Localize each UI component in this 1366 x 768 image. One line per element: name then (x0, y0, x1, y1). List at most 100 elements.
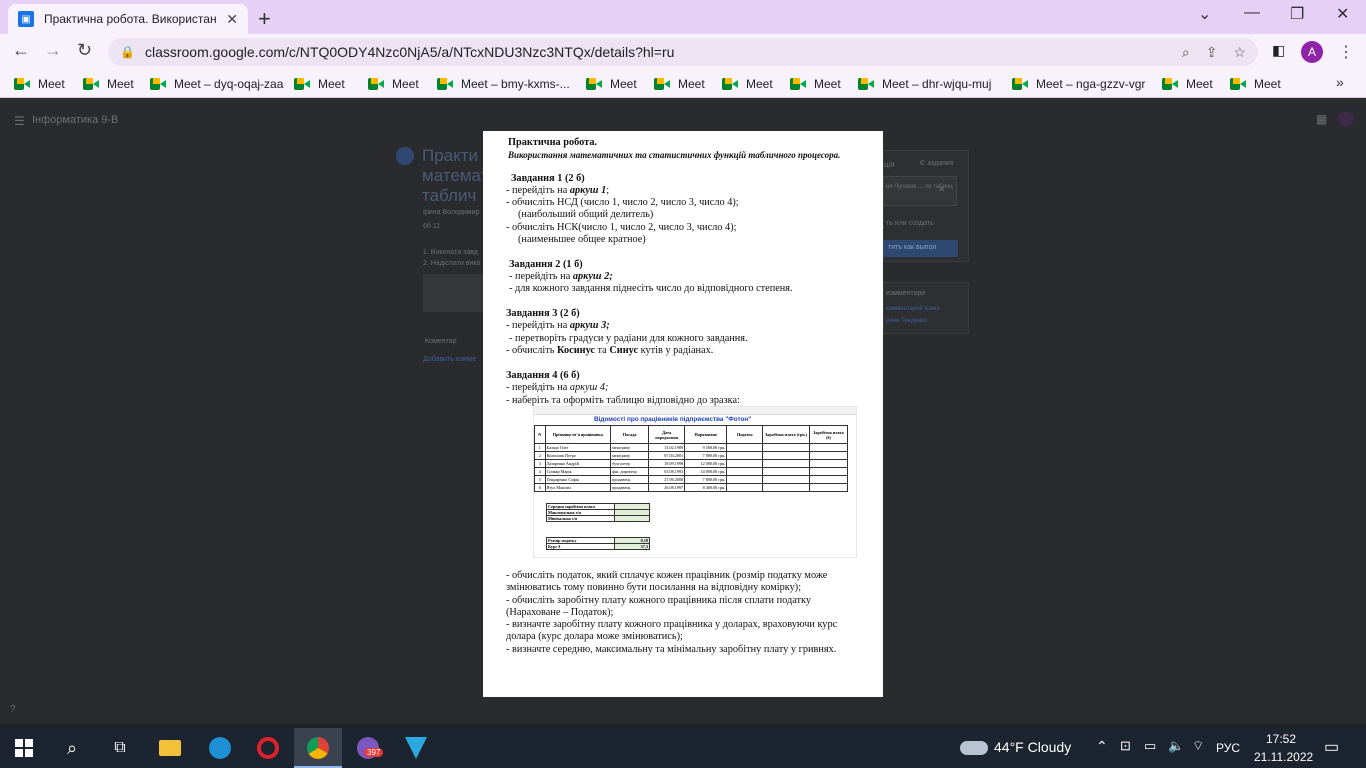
bookmark-label[interactable]: Meet (38, 77, 65, 91)
vscode-app-icon[interactable] (404, 736, 428, 760)
account-avatar[interactable] (1338, 111, 1354, 127)
bookmark-label[interactable]: Meet – nga-gzzv-vgr (1036, 77, 1145, 91)
table-row: 2 Колисник Петро менеджер 07.04.2001 7 800,0… (534, 451, 849, 460)
clock-time[interactable]: 17:52 (1266, 732, 1296, 746)
share-icon[interactable]: ⇪ (1206, 44, 1218, 61)
clock-date[interactable]: 21.11.2022 (1254, 750, 1313, 764)
sheet-cell: Баляда Олег (544, 443, 612, 452)
bookmark-item[interactable]: Meet (586, 77, 637, 91)
file-explorer-icon[interactable] (158, 736, 182, 760)
cloud-weather-icon[interactable] (960, 741, 988, 755)
network-icon[interactable]: ⌔ (1192, 738, 1204, 754)
bookmarks-overflow-icon[interactable]: » (1336, 74, 1344, 90)
bookmark-item[interactable]: Meet (14, 77, 65, 91)
sheet-cell (762, 475, 810, 484)
hamburger-menu-icon[interactable]: ☰ (14, 114, 25, 128)
bottom-line: (Нараховане – Податок); (506, 607, 614, 618)
sheet-cell (808, 467, 849, 476)
sheet-header-cell: Заробітна плата (грн.) (762, 425, 810, 444)
bookmark-label[interactable]: Meet – dhr-wjqu-muj (882, 77, 991, 91)
zoom-icon[interactable]: ⌕ (1182, 44, 1190, 61)
private-comment-link[interactable]: рина Тенденко (886, 318, 927, 324)
bookmark-item[interactable]: Meet (790, 77, 841, 91)
task2-heading: Завдання 2 (1 б) (509, 259, 583, 270)
bookmark-label[interactable]: Meet (392, 77, 419, 91)
battery-icon[interactable]: ▭ (1144, 738, 1156, 754)
remove-file-icon[interactable]: ✕ (938, 184, 946, 195)
notifications-icon[interactable]: ▭ (1324, 737, 1339, 757)
browser-tab-active[interactable]: ▣ Практична робота. Використан ✕ (8, 4, 248, 34)
bookmark-label[interactable]: Meet (746, 77, 773, 91)
bookmark-star-icon[interactable]: ☆ (1233, 44, 1246, 61)
task2-line1: - перейдіть на аркуш 2; (509, 271, 613, 282)
google-meet-icon (654, 78, 670, 90)
bookmark-item[interactable]: Meet (722, 77, 773, 91)
close-window-button[interactable]: ✕ (1336, 4, 1349, 24)
stats-row: Мінімальна з/п (546, 515, 650, 522)
task-view-icon[interactable]: ⧉ (108, 736, 132, 760)
bookmark-item[interactable]: Meet – dyq-oqaj-zaa (150, 77, 283, 91)
tab-search-icon[interactable]: ⌄ (1198, 4, 1211, 24)
bookmark-label[interactable]: Meet (1254, 77, 1281, 91)
sheet-header-cell: Нараховано (684, 425, 728, 444)
back-arrow-icon[interactable]: ← (12, 40, 30, 61)
browser-menu-icon[interactable]: ⋮ (1338, 42, 1354, 62)
bookmark-item[interactable]: Meet – bmy-kxms-... (437, 77, 570, 91)
rate-value: 37,3 (614, 543, 650, 550)
bookmark-item[interactable]: Meet – dhr-wjqu-muj (858, 77, 991, 91)
apps-grid-icon[interactable]: ▦ (1316, 112, 1327, 126)
bookmark-label[interactable]: Meet (610, 77, 637, 91)
minimize-button[interactable]: — (1244, 4, 1260, 22)
lock-icon[interactable]: 🔒 (120, 45, 135, 59)
search-icon[interactable]: ⌕ (60, 736, 84, 760)
windows-taskbar: ⌕ ⧉ 397 44°F Cloudy ⌃ ⊡ ▭ 🔈 ⌔ РУС 17:52 … (0, 728, 1366, 768)
attached-file-chip[interactable] (883, 176, 957, 206)
google-meet-icon (722, 78, 738, 90)
input-language[interactable]: РУС (1216, 741, 1240, 755)
bookmark-label[interactable]: Meet (814, 77, 841, 91)
bookmark-label[interactable]: Meet – dyq-oqaj-zaa (174, 77, 283, 91)
help-icon[interactable]: ? (10, 704, 16, 715)
profile-avatar[interactable]: A (1301, 41, 1323, 63)
show-hidden-icons-chevron-icon[interactable]: ⌃ (1096, 738, 1108, 755)
bookmark-item[interactable]: Meet (83, 77, 134, 91)
forward-arrow-icon[interactable]: → (44, 40, 62, 61)
bookmark-item[interactable]: Meet (294, 77, 345, 91)
bookmark-item[interactable]: Meet (1230, 77, 1281, 91)
sheet-cell: 9 500,00 грн. (684, 443, 728, 452)
windows-start-icon[interactable] (12, 736, 36, 760)
bookmark-label[interactable]: Meet – bmy-kxms-... (461, 77, 570, 91)
private-comment-link[interactable]: комментарий Ірина (886, 306, 940, 312)
class-name[interactable]: Інформатика 9-В (32, 114, 118, 126)
sheet-cell: менеджер (610, 443, 650, 452)
address-bar[interactable]: 🔒 classroom.google.com/c/NTQ0ODY4Nzc0NjA… (108, 38, 1258, 66)
bookmark-item[interactable]: Meet (368, 77, 419, 91)
bookmark-label[interactable]: Meet (107, 77, 134, 91)
add-class-comment-link[interactable]: Добавить комме (423, 356, 476, 363)
bookmark-label[interactable]: Meet (1186, 77, 1213, 91)
add-or-create-button[interactable]: ть или создать (886, 220, 934, 227)
mark-as-done-label[interactable]: тить как выпол (888, 244, 936, 251)
edge-browser-icon[interactable] (208, 736, 232, 760)
bookmark-label[interactable]: Meet (318, 77, 345, 91)
url-text[interactable]: classroom.google.com/c/NTQ0ODY4Nzc0NjA5/… (145, 44, 1166, 60)
bookmark-item[interactable]: Meet (654, 77, 705, 91)
attachment-thumbnail[interactable] (423, 274, 483, 312)
tab-close-icon[interactable]: ✕ (226, 11, 238, 28)
sheet-cell (726, 451, 764, 460)
sheet-cell (726, 483, 764, 492)
restore-button[interactable]: ❐ (1290, 4, 1304, 24)
opera-browser-icon[interactable] (256, 736, 280, 760)
volume-icon[interactable]: 🔈 (1168, 738, 1184, 754)
sheet-cell: 1 (534, 443, 546, 452)
bookmark-item[interactable]: Meet – nga-gzzv-vgr (1012, 77, 1145, 91)
meet-tray-icon[interactable]: ⊡ (1120, 738, 1131, 754)
bookmark-label[interactable]: Meet (678, 77, 705, 91)
bookmark-item[interactable]: Meet (1162, 77, 1213, 91)
sheet-cell (762, 483, 810, 492)
reload-icon[interactable]: ↻ (77, 40, 92, 61)
side-panel-icon[interactable]: ◧ (1272, 42, 1285, 59)
chrome-browser-icon[interactable] (306, 736, 330, 760)
weather-text[interactable]: 44°F Cloudy (994, 739, 1071, 755)
new-tab-button[interactable]: + (258, 6, 271, 32)
